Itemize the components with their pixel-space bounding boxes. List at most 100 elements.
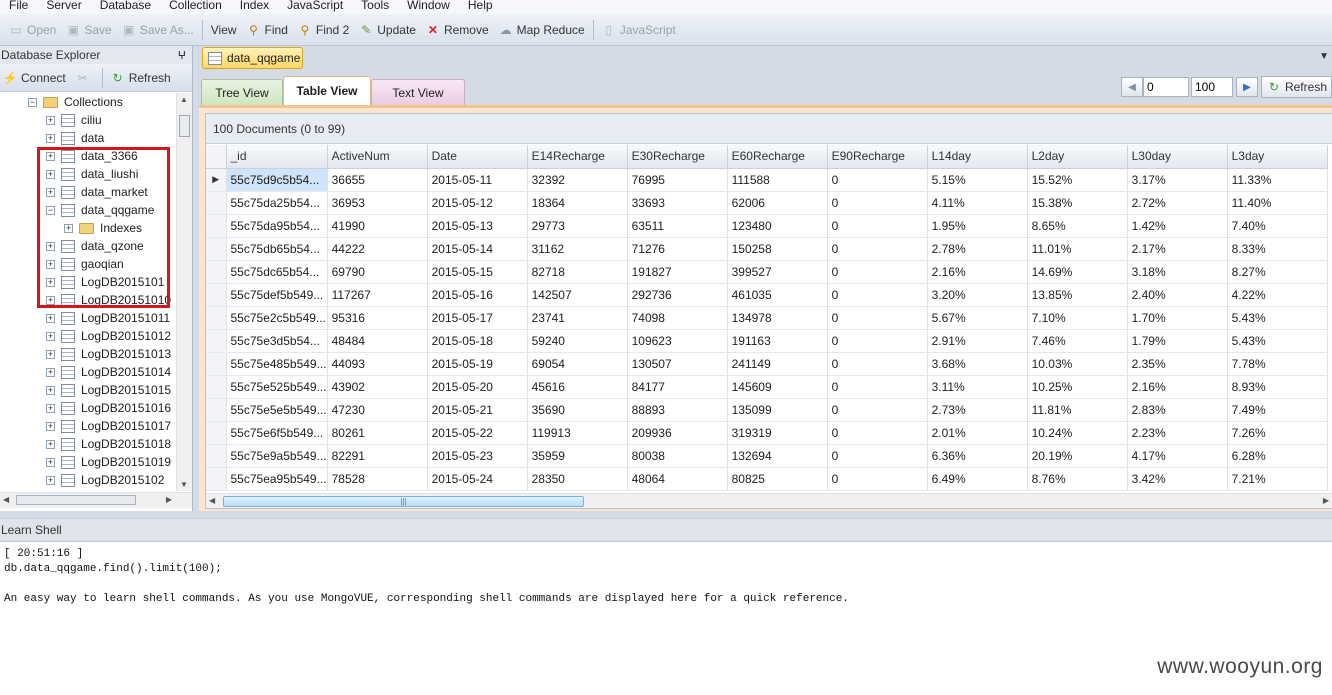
table-cell[interactable]: 2015-05-22 bbox=[427, 421, 528, 445]
table-cell[interactable]: 5.67% bbox=[927, 306, 1028, 330]
table-cell[interactable]: 55c75e6f5b549... bbox=[226, 421, 328, 445]
table-cell[interactable]: 8.27% bbox=[1227, 260, 1328, 284]
table-row[interactable]: 55c75e9a5b549... 82291 2015-05-23 35959 8003… bbox=[206, 444, 1328, 468]
expand-icon[interactable]: + bbox=[46, 115, 55, 125]
expand-icon[interactable]: + bbox=[46, 349, 55, 359]
tree-item-collection[interactable]: + LogDB20151017 bbox=[46, 417, 171, 435]
table-cell[interactable]: 7.21% bbox=[1227, 467, 1328, 491]
find2-button[interactable]: ⚲ Find 2 bbox=[293, 19, 354, 41]
table-cell[interactable]: 76995 bbox=[627, 168, 728, 192]
menu-collection[interactable]: Collection bbox=[160, 0, 231, 11]
table-cell[interactable]: 4.22% bbox=[1227, 283, 1328, 307]
connect-button[interactable]: ⚡ Connect bbox=[0, 67, 71, 89]
open-button[interactable]: ▭ Open bbox=[4, 19, 61, 41]
table-cell[interactable]: 36953 bbox=[327, 191, 428, 215]
table-row[interactable]: 55c75da25b54... 36953 2015-05-12 18364 33693… bbox=[206, 191, 1328, 215]
tree-item-collection[interactable]: + LogDB20151014 bbox=[46, 363, 171, 381]
table-cell[interactable]: 0 bbox=[827, 168, 928, 192]
table-cell[interactable]: 7.26% bbox=[1227, 421, 1328, 445]
table-cell[interactable]: 135099 bbox=[727, 398, 828, 422]
collapse-icon[interactable]: − bbox=[28, 97, 37, 107]
table-cell[interactable]: 29773 bbox=[527, 214, 628, 238]
table-cell[interactable]: 4.11% bbox=[927, 191, 1028, 215]
table-cell[interactable]: 80261 bbox=[327, 421, 428, 445]
expand-icon[interactable]: + bbox=[46, 475, 55, 485]
tree-item-collection[interactable]: + ciliu bbox=[46, 111, 102, 129]
row-header[interactable] bbox=[206, 237, 227, 261]
table-cell[interactable]: 150258 bbox=[727, 237, 828, 261]
table-cell[interactable]: 209936 bbox=[627, 421, 728, 445]
learn-shell-output[interactable]: [ 20:51:16 ] db.data_qqgame.find().limit… bbox=[0, 541, 1332, 695]
expand-icon[interactable]: + bbox=[46, 403, 55, 413]
table-cell[interactable]: 7.78% bbox=[1227, 352, 1328, 376]
table-cell[interactable]: 43902 bbox=[327, 375, 428, 399]
table-cell[interactable]: 63511 bbox=[627, 214, 728, 238]
table-cell[interactable]: 8.65% bbox=[1027, 214, 1128, 238]
table-cell[interactable]: 55c75da25b54... bbox=[226, 191, 328, 215]
document-tab[interactable]: data_qqgame bbox=[202, 47, 303, 69]
table-cell[interactable]: 44093 bbox=[327, 352, 428, 376]
table-cell[interactable]: 0 bbox=[827, 214, 928, 238]
table-cell[interactable]: 11.33% bbox=[1227, 168, 1328, 192]
table-cell[interactable]: 3.20% bbox=[927, 283, 1028, 307]
update-button[interactable]: ✎ Update bbox=[354, 19, 421, 41]
row-header[interactable] bbox=[206, 191, 227, 215]
save-as-button[interactable]: ▣ Save As... bbox=[117, 19, 199, 41]
limit-input[interactable] bbox=[1190, 77, 1233, 97]
table-cell[interactable]: 8.93% bbox=[1227, 375, 1328, 399]
refresh-results-button[interactable]: ↻ Refresh bbox=[1260, 76, 1332, 98]
table-cell[interactable]: 18364 bbox=[527, 191, 628, 215]
table-cell[interactable]: 55c75e9a5b549... bbox=[226, 444, 328, 468]
column-header[interactable]: E90Recharge bbox=[827, 145, 928, 169]
row-header[interactable] bbox=[206, 421, 227, 445]
table-cell[interactable]: 399527 bbox=[727, 260, 828, 284]
table-cell[interactable]: 44222 bbox=[327, 237, 428, 261]
column-header[interactable]: ActiveNum bbox=[327, 145, 428, 169]
table-row[interactable]: 55c75db65b54... 44222 2015-05-14 31162 71276… bbox=[206, 237, 1328, 261]
table-cell[interactable]: 145609 bbox=[727, 375, 828, 399]
table-cell[interactable]: 109623 bbox=[627, 329, 728, 353]
tree-item-collection[interactable]: + LogDB20151011 bbox=[46, 309, 170, 327]
remove-button[interactable]: ✕ Remove bbox=[421, 19, 494, 41]
table-cell[interactable]: 11.40% bbox=[1227, 191, 1328, 215]
table-cell[interactable]: 0 bbox=[827, 375, 928, 399]
scroll-thumb[interactable] bbox=[179, 115, 190, 137]
tree-vertical-scrollbar[interactable]: ▲ ▼ bbox=[176, 93, 192, 491]
tree-item-collection[interactable]: + data bbox=[46, 129, 104, 147]
expand-icon[interactable]: + bbox=[46, 457, 55, 467]
menu-index[interactable]: Index bbox=[231, 0, 278, 11]
table-cell[interactable]: 132694 bbox=[727, 444, 828, 468]
column-header[interactable]: E14Recharge bbox=[527, 145, 628, 169]
table-cell[interactable]: 2.17% bbox=[1127, 237, 1228, 261]
table-cell[interactable]: 2.16% bbox=[927, 260, 1028, 284]
table-cell[interactable]: 69790 bbox=[327, 260, 428, 284]
table-cell[interactable]: 55c75e2c5b549... bbox=[226, 306, 328, 330]
table-cell[interactable]: 95316 bbox=[327, 306, 428, 330]
table-cell[interactable]: 11.81% bbox=[1027, 398, 1128, 422]
table-cell[interactable]: 55c75e525b549... bbox=[226, 375, 328, 399]
table-cell[interactable]: 0 bbox=[827, 398, 928, 422]
column-header[interactable]: L30day bbox=[1127, 145, 1228, 169]
table-cell[interactable]: 71276 bbox=[627, 237, 728, 261]
table-cell[interactable]: 59240 bbox=[527, 329, 628, 353]
table-cell[interactable]: 55c75db65b54... bbox=[226, 237, 328, 261]
table-cell[interactable]: 2.83% bbox=[1127, 398, 1228, 422]
view-button[interactable]: View bbox=[206, 19, 242, 41]
tab-menu-icon[interactable]: ▼ bbox=[1319, 51, 1329, 62]
table-row[interactable]: 55c75ea95b549... 78528 2015-05-24 28350 4806… bbox=[206, 467, 1328, 491]
table-cell[interactable]: 2015-05-16 bbox=[427, 283, 528, 307]
table-cell[interactable]: 2.16% bbox=[1127, 375, 1228, 399]
table-row[interactable]: 55c75e2c5b549... 95316 2015-05-17 23741 7409… bbox=[206, 306, 1328, 330]
table-cell[interactable]: 2.91% bbox=[927, 329, 1028, 353]
table-cell[interactable]: 191827 bbox=[627, 260, 728, 284]
scroll-down-icon[interactable]: ▼ bbox=[180, 480, 188, 489]
table-cell[interactable]: 2015-05-17 bbox=[427, 306, 528, 330]
save-button[interactable]: ▣ Save bbox=[61, 19, 116, 41]
table-cell[interactable]: 15.52% bbox=[1027, 168, 1128, 192]
table-cell[interactable]: 2015-05-13 bbox=[427, 214, 528, 238]
table-cell[interactable]: 7.10% bbox=[1027, 306, 1128, 330]
table-row[interactable]: 55c75da95b54... 41990 2015-05-13 29773 63511… bbox=[206, 214, 1328, 238]
expand-icon[interactable]: + bbox=[46, 367, 55, 377]
tree-item-collection[interactable]: + LogDB20151015 bbox=[46, 381, 171, 399]
row-header[interactable] bbox=[206, 398, 227, 422]
